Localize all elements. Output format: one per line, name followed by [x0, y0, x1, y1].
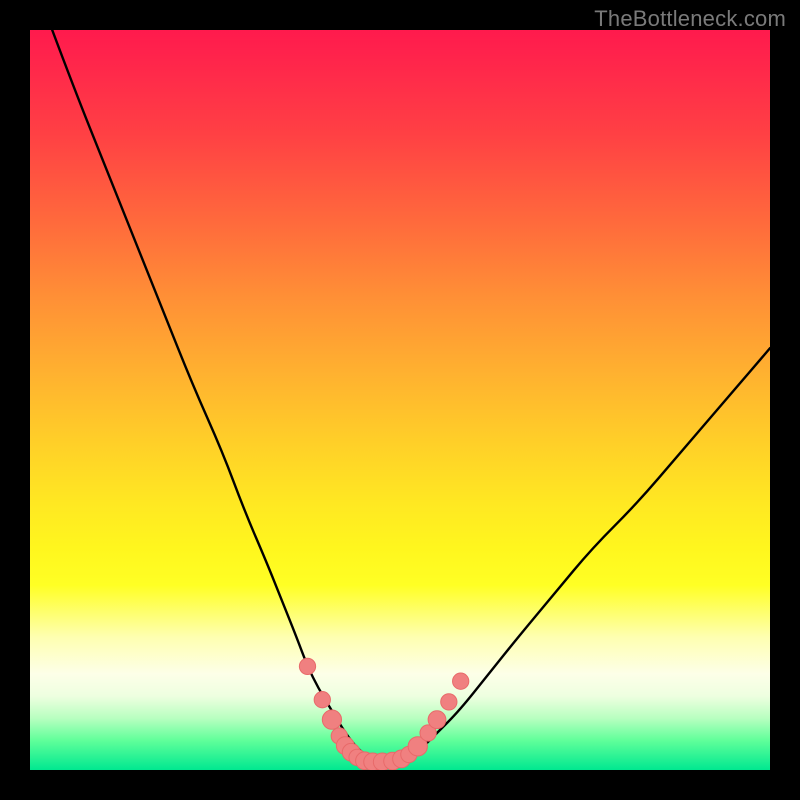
- curve-marker: [299, 658, 315, 674]
- plot-area: [30, 30, 770, 770]
- curve-marker: [314, 692, 330, 708]
- bottleneck-curve: [52, 30, 770, 761]
- chart-frame: TheBottleneck.com: [0, 0, 800, 800]
- curve-marker: [453, 673, 469, 689]
- curve-markers: [299, 658, 468, 770]
- curve-svg: [30, 30, 770, 770]
- curve-marker: [441, 694, 457, 710]
- curve-marker: [322, 710, 341, 729]
- watermark-text: TheBottleneck.com: [594, 6, 786, 32]
- curve-marker: [428, 711, 446, 729]
